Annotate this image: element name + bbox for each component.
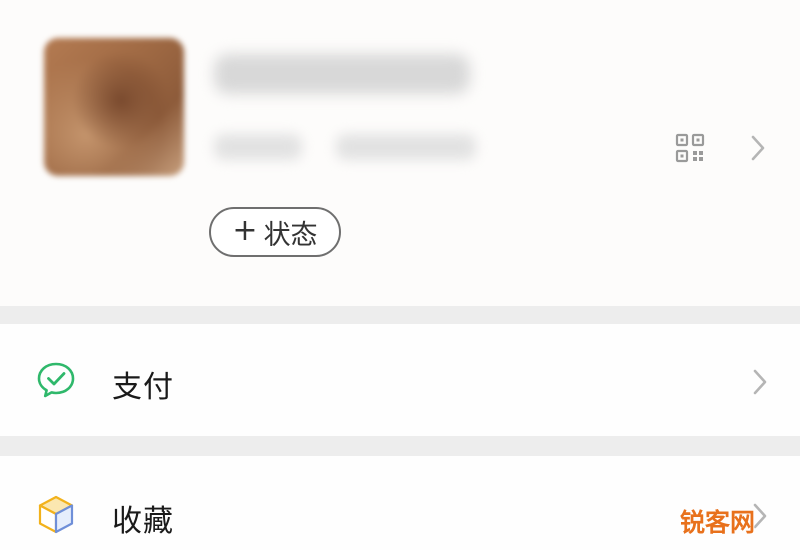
add-status-button[interactable]: + 状态 [209,207,341,257]
section-divider [0,306,800,324]
site-watermark: 锐客网 [680,508,756,537]
nickname-redacted [214,54,470,94]
plus-icon: + [232,213,258,248]
wechat-pay-icon [37,362,75,398]
profile-chevron-right-icon[interactable] [750,134,766,162]
menu-item-pay-label: 支付 [112,370,174,405]
chevron-right-icon [753,369,767,395]
menu-item-favorites-label: 收藏 [112,504,174,539]
profile-header[interactable]: + 状态 [0,0,800,306]
status-button-label: 状态 [263,219,318,251]
qr-code-icon[interactable] [674,132,706,164]
section-divider [0,436,800,456]
favorites-cube-icon [38,495,74,534]
me-screen: + 状态 支付 收藏 锐客网 [0,0,800,550]
wechat-id-value-redacted [336,134,476,160]
wechat-id-label-redacted [214,134,302,160]
avatar[interactable] [44,38,184,176]
menu-item-pay[interactable]: 支付 [0,324,800,436]
